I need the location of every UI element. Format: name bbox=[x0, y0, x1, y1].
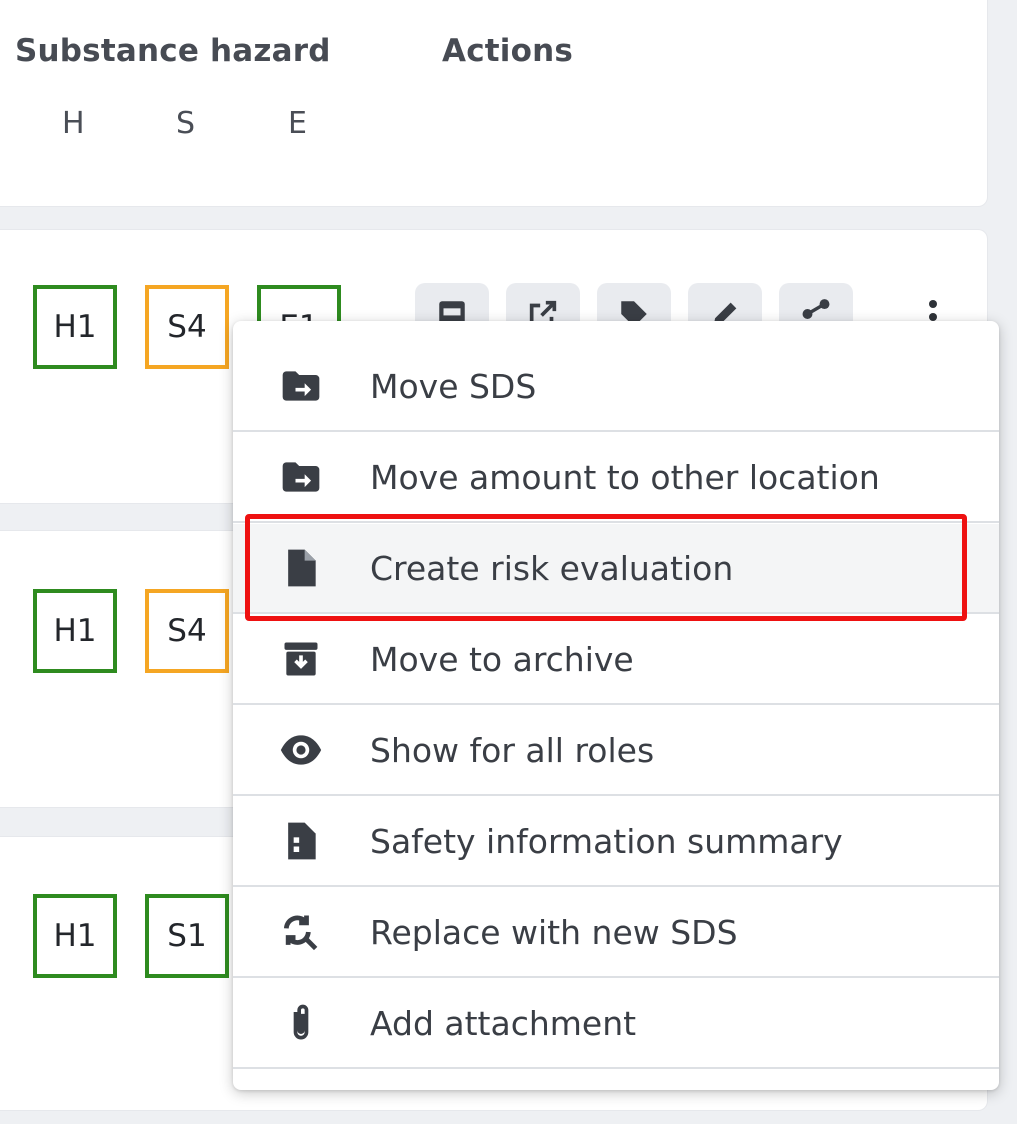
search-replace-icon bbox=[278, 909, 324, 955]
menu-item-move-sds[interactable]: Move SDS bbox=[233, 342, 999, 432]
menu-item-label: Replace with new SDS bbox=[370, 912, 738, 952]
menu-item-show-for-all-roles[interactable]: Show for all roles bbox=[233, 706, 999, 796]
safety-hazard-badge: S1 bbox=[145, 894, 229, 978]
menu-item-label: Move to archive bbox=[370, 639, 634, 679]
menu-item-label: Show for all roles bbox=[370, 730, 655, 770]
menu-item-label: Move SDS bbox=[370, 366, 537, 406]
menu-item-safety-information-summary[interactable]: Safety information summary bbox=[233, 797, 999, 887]
folder-move-icon bbox=[278, 363, 324, 409]
archive-icon bbox=[278, 636, 324, 682]
menu-item-move-amount[interactable]: Move amount to other location bbox=[233, 433, 999, 523]
paperclip-icon bbox=[278, 1000, 324, 1046]
safety-hazard-badge: S4 bbox=[145, 589, 229, 673]
table-header: Substance hazard Actions H S E bbox=[0, 0, 988, 207]
health-hazard-badge: H1 bbox=[33, 285, 117, 369]
menu-item-move-to-archive[interactable]: Move to archive bbox=[233, 615, 999, 705]
health-hazard-badge: H1 bbox=[33, 589, 117, 673]
menu-item-label: Add attachment bbox=[370, 1003, 637, 1043]
menu-item-replace-with-new-sds[interactable]: Replace with new SDS bbox=[233, 888, 999, 978]
safety-hazard-badge: S4 bbox=[145, 285, 229, 369]
actions-context-menu: Move SDS Move amount to other location C… bbox=[233, 321, 999, 1090]
menu-item-label: Safety information summary bbox=[370, 821, 843, 861]
health-hazard-badge: H1 bbox=[33, 894, 117, 978]
environment-subheader: E bbox=[288, 106, 307, 141]
menu-item-add-attachment[interactable]: Add attachment bbox=[233, 979, 999, 1069]
safety-subheader: S bbox=[176, 106, 196, 141]
file-summary-icon bbox=[278, 818, 324, 864]
highlight-annotation bbox=[245, 514, 967, 621]
folder-move-icon bbox=[278, 454, 324, 500]
actions-header: Actions bbox=[442, 33, 574, 69]
health-subheader: H bbox=[62, 106, 85, 141]
eye-icon bbox=[278, 727, 324, 773]
menu-item-label: Move amount to other location bbox=[370, 457, 880, 497]
substance-hazard-header: Substance hazard bbox=[15, 33, 331, 69]
